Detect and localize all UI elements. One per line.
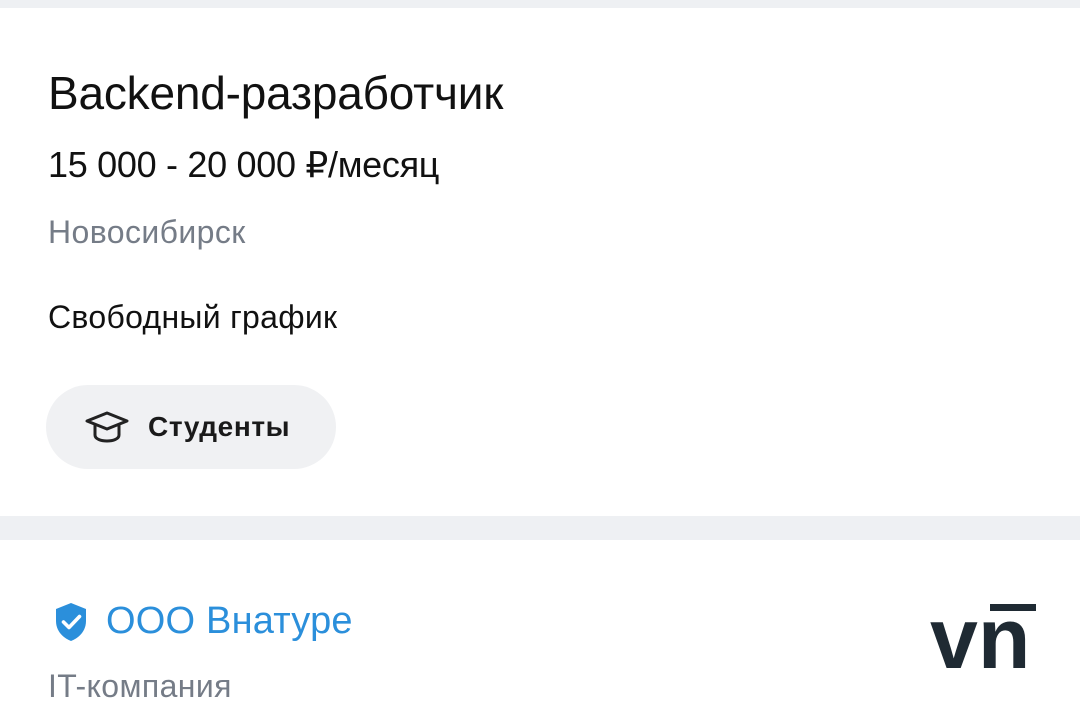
students-tag[interactable]: Студенты — [46, 385, 336, 469]
company-link[interactable]: ООО Внатуре — [52, 600, 353, 643]
verified-shield-icon — [52, 601, 90, 643]
company-logo[interactable]: vn — [926, 591, 1046, 687]
company-type: IT-компания — [48, 668, 232, 704]
company-name: ООО Внатуре — [106, 600, 353, 642]
graduation-cap-icon — [84, 409, 130, 445]
company-card: ООО Внатуре IT-компания vn — [0, 540, 1080, 723]
vacancy-city: Новосибирск — [48, 214, 246, 250]
vacancy-card: Backend-разработчик 15 000 - 20 000 ₽/ме… — [0, 8, 1080, 516]
vacancy-schedule: Свободный график — [48, 299, 338, 335]
vacancy-salary: 15 000 - 20 000 ₽/месяц — [48, 144, 440, 185]
students-tag-label: Студенты — [148, 411, 291, 442]
vacancy-title: Backend-разработчик — [48, 67, 504, 119]
